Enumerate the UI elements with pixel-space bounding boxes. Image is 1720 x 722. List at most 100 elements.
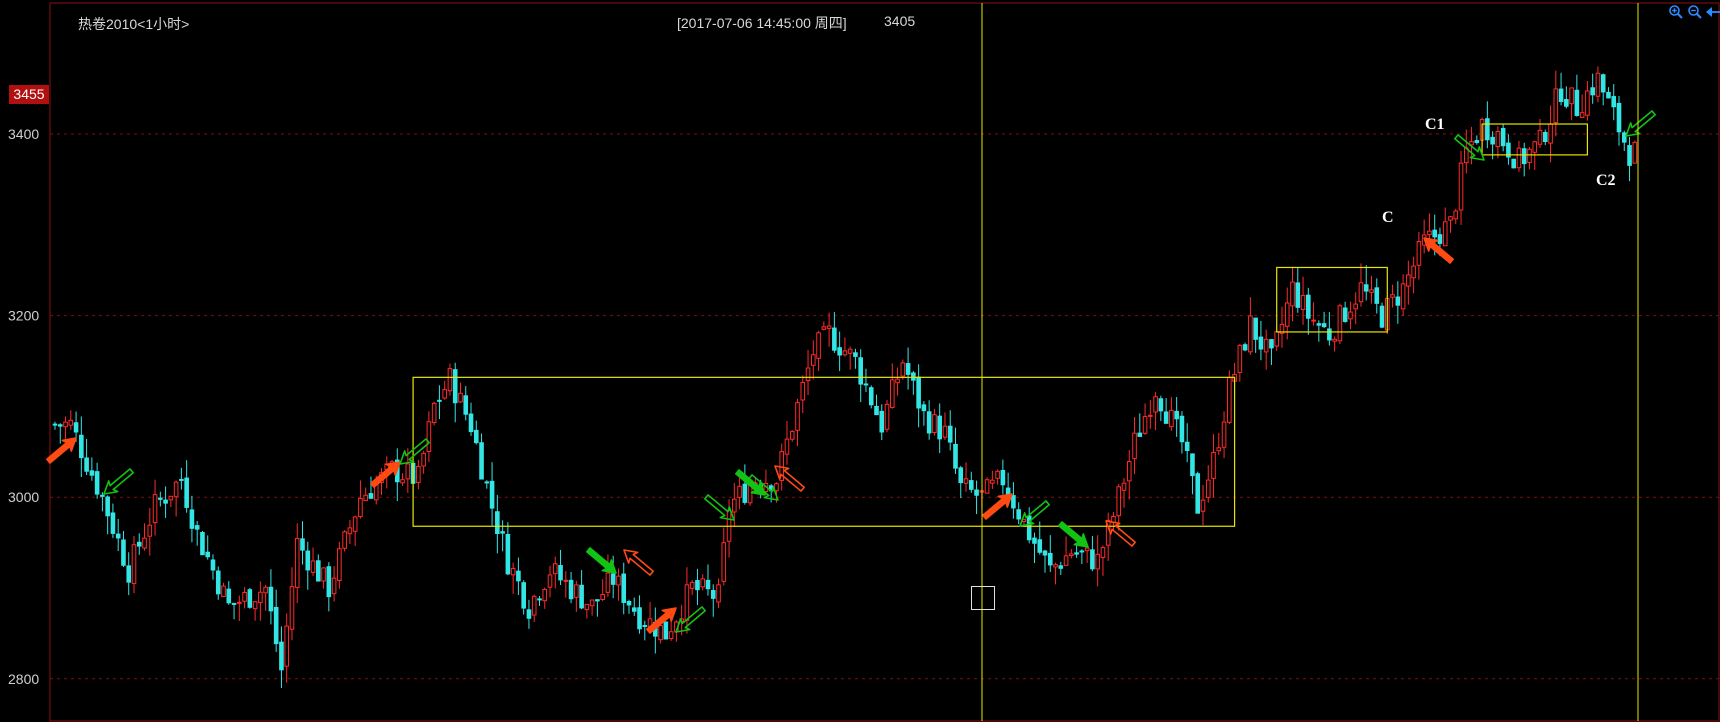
plot-frame	[49, 2, 1720, 722]
candle-body	[1485, 118, 1490, 141]
candle-body	[547, 574, 553, 588]
candle-body	[1205, 479, 1211, 498]
candle-body	[321, 567, 326, 582]
candle-body	[905, 363, 911, 375]
zoom-in-icon[interactable]	[1668, 4, 1684, 23]
candle-body	[937, 415, 942, 440]
candle-body	[795, 402, 800, 431]
candle-body	[1332, 338, 1337, 342]
candle-body	[305, 550, 311, 571]
candle-body	[1590, 87, 1595, 96]
candle-body	[437, 399, 442, 402]
candle-body	[600, 593, 605, 600]
candle-body	[1616, 102, 1622, 133]
candle-body	[431, 402, 437, 424]
candle-body	[1137, 432, 1143, 437]
candle-body	[663, 621, 669, 640]
candle-body	[1474, 140, 1480, 143]
candle-body	[1595, 72, 1601, 97]
candle-body	[337, 548, 342, 582]
candle-body	[479, 442, 484, 480]
candle-body	[921, 404, 927, 412]
candle-body	[1069, 553, 1074, 557]
candle-body	[1453, 210, 1459, 220]
candle-body	[73, 422, 79, 433]
candle-body	[889, 379, 895, 408]
candle-body	[1442, 221, 1448, 247]
candle-body	[1284, 302, 1290, 327]
cursor-price: 3405	[884, 13, 916, 29]
candle-body	[1611, 96, 1617, 108]
annotation-c1: C1	[1425, 116, 1445, 133]
candle-body	[1132, 432, 1137, 460]
candle-body	[1600, 74, 1606, 93]
candle-body	[158, 497, 163, 500]
candle-body	[821, 326, 827, 330]
candle-body	[1411, 265, 1416, 279]
candle-body	[589, 599, 595, 607]
candle-body	[500, 531, 505, 534]
candle-body	[1079, 550, 1085, 553]
candle-body	[1500, 127, 1506, 147]
candle-body	[1253, 317, 1258, 340]
candle-body	[1190, 453, 1195, 477]
candle-body	[1432, 229, 1437, 238]
candle-body	[1416, 241, 1422, 266]
candle-body	[784, 438, 790, 455]
candle-body	[1153, 396, 1158, 413]
candle-body	[1258, 336, 1264, 350]
candle-body	[1221, 421, 1227, 448]
range-box-1	[412, 376, 1236, 527]
candlestick-chart[interactable]: 2800 3000 3200 3400 C1 C C2	[0, 0, 1720, 722]
candle-body	[473, 429, 479, 444]
candle-body	[1337, 305, 1343, 342]
candle-body	[447, 368, 453, 392]
candle-body	[837, 347, 842, 356]
candle-body	[1321, 323, 1327, 328]
candle-body	[1311, 319, 1316, 322]
candle-body	[1490, 136, 1495, 145]
candle-body	[642, 624, 648, 627]
candle-body	[252, 601, 258, 610]
candle-body	[200, 532, 205, 556]
candle-body	[1511, 158, 1516, 169]
price-axis: 2800 3000 3200 3400	[8, 126, 39, 687]
candle-body	[1527, 148, 1532, 163]
candle-body	[1358, 282, 1364, 303]
candle-body	[1579, 112, 1585, 118]
candle-body	[558, 565, 563, 581]
candle-body	[489, 480, 495, 509]
candle-body	[1200, 499, 1206, 512]
candle-body	[342, 531, 347, 549]
candle-body	[84, 457, 89, 472]
zoom-out-icon[interactable]	[1687, 4, 1703, 23]
candle-body	[1574, 89, 1580, 116]
candle-body	[215, 570, 221, 595]
candle-body	[52, 423, 58, 426]
candle-body	[1564, 99, 1569, 107]
candle-body	[1621, 132, 1627, 143]
candle-body	[689, 581, 695, 589]
candle-body	[1316, 323, 1322, 326]
cursor-time: [2017-07-06 14:45:00 周四]	[677, 15, 847, 31]
y-tick-label: 3200	[8, 308, 39, 324]
candle-body	[605, 572, 611, 593]
red-arrow-icon	[46, 437, 77, 464]
candle-body	[1169, 409, 1174, 428]
candle-body	[147, 524, 153, 537]
candle-body	[1448, 216, 1453, 221]
candle-body	[63, 421, 68, 428]
candle-body	[247, 589, 253, 608]
candle-body	[352, 516, 358, 532]
candle-body	[695, 580, 700, 591]
green-arrow-icon	[675, 606, 706, 633]
candle-body	[1537, 129, 1543, 145]
candle-body	[194, 525, 200, 530]
candle-body	[1148, 414, 1153, 417]
candle-body	[1363, 284, 1369, 292]
candle-body	[1042, 550, 1048, 556]
candle-body	[1379, 305, 1385, 328]
candle-body	[110, 512, 116, 534]
candle-body	[289, 586, 295, 630]
left-arrow-icon[interactable]	[1706, 4, 1720, 23]
